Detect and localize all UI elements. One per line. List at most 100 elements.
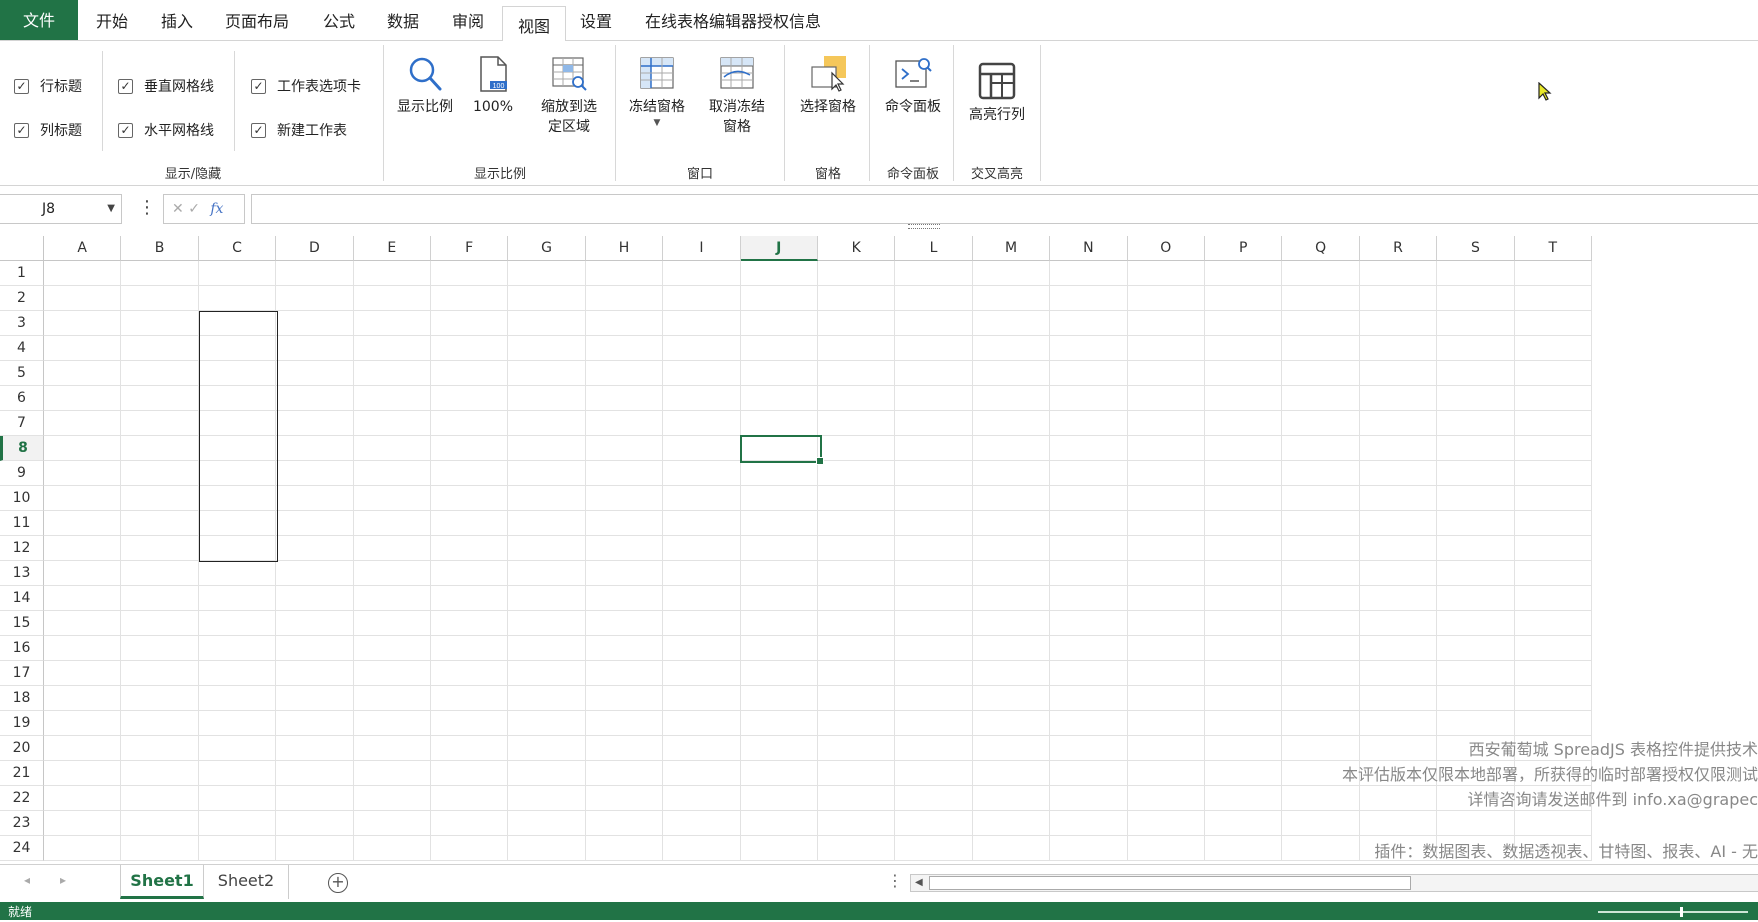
row-header-7[interactable]: 7 bbox=[0, 411, 44, 436]
column-header-k[interactable]: K bbox=[818, 236, 896, 261]
unfreeze-panes-button[interactable]: 取消冻结 窗格 bbox=[699, 55, 775, 137]
tab-file[interactable]: 文件 bbox=[0, 0, 78, 40]
zoom-100-button[interactable]: 100 100% bbox=[465, 55, 521, 117]
fill-handle[interactable] bbox=[816, 457, 824, 465]
tab-view[interactable]: 视图 bbox=[502, 6, 566, 42]
column-header-l[interactable]: L bbox=[895, 236, 973, 261]
row-header-1[interactable]: 1 bbox=[0, 261, 44, 286]
row-header-10[interactable]: 10 bbox=[0, 486, 44, 511]
freeze-panes-button[interactable]: 冻结窗格 ▼ bbox=[623, 55, 691, 129]
new-sheet-checkbox[interactable]: ✓ 新建工作表 bbox=[251, 120, 347, 140]
group-label-window: 窗口 bbox=[686, 167, 713, 182]
splitter-icon[interactable]: ⋮ bbox=[887, 871, 903, 890]
scroll-left-icon[interactable]: ◀ bbox=[915, 875, 923, 891]
tab-data[interactable]: 数据 bbox=[387, 0, 419, 40]
column-header-i[interactable]: I bbox=[663, 236, 741, 261]
column-header-g[interactable]: G bbox=[508, 236, 586, 261]
row-header-6[interactable]: 6 bbox=[0, 386, 44, 411]
ribbon-tab-bar: 文件 开始 插入 页面布局 公式 数据 审阅 视图 设置 在线表格编辑器授权信息 bbox=[0, 0, 1758, 42]
chevron-down-icon: ▼ bbox=[653, 118, 661, 128]
tab-insert[interactable]: 插入 bbox=[161, 0, 193, 40]
scroll-tabs-right-icon[interactable]: ▸ bbox=[60, 873, 66, 887]
active-cell[interactable] bbox=[740, 435, 822, 463]
row-header-2[interactable]: 2 bbox=[0, 286, 44, 311]
horizontal-gridlines-checkbox[interactable]: ✓ 水平网格线 bbox=[118, 120, 214, 140]
column-header-d[interactable]: D bbox=[276, 236, 354, 261]
column-header-e[interactable]: E bbox=[353, 236, 431, 261]
column-header-t[interactable]: T bbox=[1514, 236, 1592, 261]
zoom-to-selection-button[interactable]: 缩放到选 定区域 bbox=[531, 55, 607, 137]
row-header-14[interactable]: 14 bbox=[0, 586, 44, 611]
column-header-n[interactable]: N bbox=[1050, 236, 1128, 261]
row-header-12[interactable]: 12 bbox=[0, 536, 44, 561]
tab-formulas[interactable]: 公式 bbox=[323, 0, 355, 40]
select-pane-button[interactable]: 选择窗格 bbox=[793, 55, 863, 117]
row-header-checkbox[interactable]: ✓ 行标题 bbox=[14, 76, 82, 96]
sheet-tab-sheet1[interactable]: Sheet1 bbox=[120, 865, 204, 899]
row-header-4[interactable]: 4 bbox=[0, 336, 44, 361]
grid-vline bbox=[1126, 261, 1128, 861]
column-header-h[interactable]: H bbox=[585, 236, 664, 261]
resize-grip-icon[interactable] bbox=[908, 224, 940, 229]
row-header-5[interactable]: 5 bbox=[0, 361, 44, 386]
scrollbar-thumb[interactable] bbox=[929, 876, 1411, 890]
column-header-r[interactable]: R bbox=[1359, 236, 1438, 261]
chevron-down-icon[interactable]: ▼ bbox=[107, 195, 115, 223]
rectangle-shape[interactable] bbox=[199, 311, 278, 562]
select-all-corner[interactable] bbox=[0, 236, 44, 261]
row-header-23[interactable]: 23 bbox=[0, 811, 44, 836]
grid-hline bbox=[44, 585, 1592, 586]
row-header-22[interactable]: 22 bbox=[0, 786, 44, 811]
row-header-17[interactable]: 17 bbox=[0, 661, 44, 686]
column-header-p[interactable]: P bbox=[1205, 236, 1283, 261]
vertical-gridlines-label: 垂直网格线 bbox=[144, 79, 214, 95]
column-header-s[interactable]: S bbox=[1437, 236, 1515, 261]
column-header-o[interactable]: O bbox=[1127, 236, 1205, 261]
unfreeze-panes-label-1: 取消冻结 bbox=[709, 99, 765, 115]
tab-home[interactable]: 开始 bbox=[96, 0, 128, 40]
row-header-21[interactable]: 21 bbox=[0, 761, 44, 786]
column-header-m[interactable]: M bbox=[972, 236, 1051, 261]
name-box[interactable]: J8 ▼ bbox=[0, 194, 122, 224]
column-header-checkbox[interactable]: ✓ 列标题 bbox=[14, 120, 82, 140]
sheet-tab-sheet2[interactable]: Sheet2 bbox=[204, 865, 289, 899]
row-header-18[interactable]: 18 bbox=[0, 686, 44, 711]
zoom-button[interactable]: 显示比例 bbox=[393, 55, 457, 117]
row-header-8[interactable]: 8 bbox=[0, 436, 44, 461]
tab-page-layout[interactable]: 页面布局 bbox=[225, 0, 289, 40]
confirm-icon[interactable]: ✓ bbox=[188, 201, 200, 217]
row-header-11[interactable]: 11 bbox=[0, 511, 44, 536]
row-header-16[interactable]: 16 bbox=[0, 636, 44, 661]
ribbon-view-panel: ✓ 行标题 ✓ 列标题 ✓ 垂直网格线 ✓ 水平网格线 ✓ 工作表选项卡 ✓ 新… bbox=[0, 41, 1758, 186]
column-header-c[interactable]: C bbox=[198, 236, 277, 261]
tab-license-info[interactable]: 在线表格编辑器授权信息 bbox=[645, 0, 821, 40]
row-header-20[interactable]: 20 bbox=[0, 736, 44, 761]
zoom-slider[interactable] bbox=[1598, 907, 1748, 917]
row-header-19[interactable]: 19 bbox=[0, 711, 44, 736]
row-header-9[interactable]: 9 bbox=[0, 461, 44, 486]
add-sheet-icon[interactable]: + bbox=[328, 873, 348, 893]
column-header-a[interactable]: A bbox=[44, 236, 122, 261]
more-vertical-icon[interactable]: ⋮ bbox=[138, 197, 156, 218]
row-header-15[interactable]: 15 bbox=[0, 611, 44, 636]
column-header-b[interactable]: B bbox=[121, 236, 199, 261]
row-header-24[interactable]: 24 bbox=[0, 836, 44, 861]
cancel-icon[interactable]: ✕ bbox=[172, 201, 184, 217]
column-header-q[interactable]: Q bbox=[1282, 236, 1360, 261]
command-panel-button[interactable]: 命令面板 bbox=[876, 55, 950, 117]
vertical-gridlines-checkbox[interactable]: ✓ 垂直网格线 bbox=[118, 76, 214, 96]
spreadsheet-grid[interactable]: ABCDEFGHIJKLMNOPQRST 1 2 3 4 5 6 7 8 9 10 11 12 13 14… bbox=[0, 236, 1758, 864]
column-header-f[interactable]: F bbox=[431, 236, 509, 261]
highlight-row-col-button[interactable]: 高亮行列 bbox=[962, 61, 1032, 125]
horizontal-scrollbar[interactable]: ◀ bbox=[910, 874, 1758, 892]
tab-review[interactable]: 审阅 bbox=[452, 0, 484, 40]
row-header-3[interactable]: 3 bbox=[0, 311, 44, 336]
tab-settings[interactable]: 设置 bbox=[580, 0, 612, 40]
column-header-j[interactable]: J bbox=[740, 236, 818, 261]
sheet-tabs-checkbox[interactable]: ✓ 工作表选项卡 bbox=[251, 76, 361, 96]
row-header-13[interactable]: 13 bbox=[0, 561, 44, 586]
scroll-tabs-left-icon[interactable]: ◂ bbox=[24, 873, 30, 887]
zoom-slider-knob[interactable] bbox=[1680, 907, 1683, 917]
function-icon[interactable]: fx bbox=[210, 201, 223, 217]
formula-input[interactable] bbox=[251, 194, 1758, 224]
